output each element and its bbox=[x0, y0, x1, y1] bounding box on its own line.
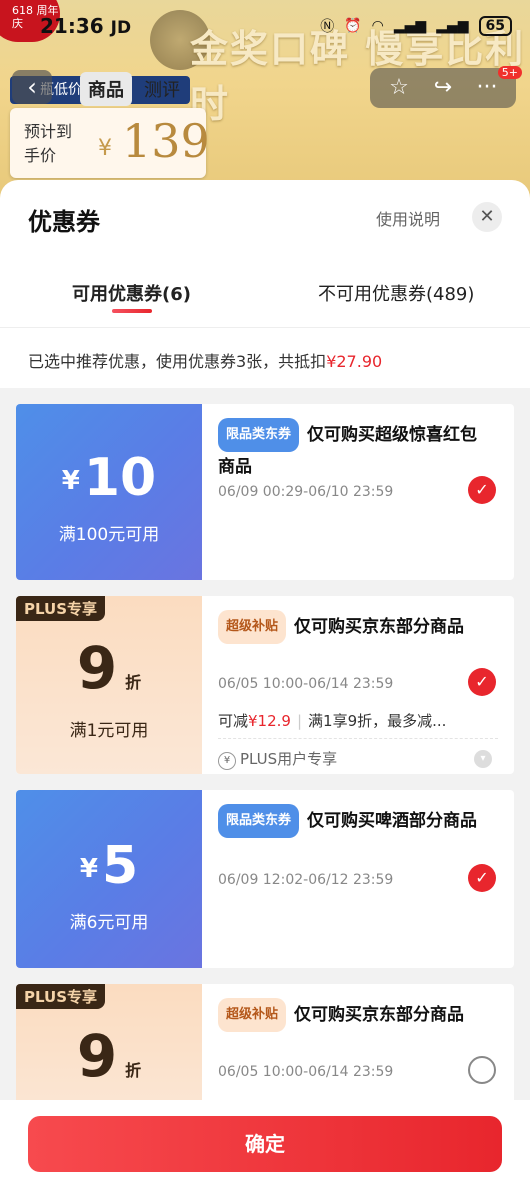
tab-available-coupons[interactable]: 可用优惠券(6) bbox=[72, 280, 191, 306]
share-icon[interactable]: ↪ bbox=[422, 72, 464, 104]
coupon-title: 限品类东券 仅可购买啤酒部分商品 bbox=[218, 804, 488, 838]
coupon-card[interactable]: ¥10 满100元可用 限品类东券 仅可购买超级惊喜红包商品 06/09 00:2… bbox=[16, 404, 514, 580]
tab-review[interactable]: 测评 bbox=[136, 72, 188, 106]
wifi-icon: ◠ bbox=[371, 18, 384, 34]
coupon-type-tag: 超级补贴 bbox=[218, 610, 287, 644]
close-icon[interactable]: ✕ bbox=[472, 202, 502, 232]
confirm-button[interactable]: 确定 bbox=[28, 1116, 502, 1172]
coupon-title: 超级补贴 仅可购买京东部分商品 bbox=[218, 998, 488, 1032]
checkmark-icon[interactable]: ✓ bbox=[468, 864, 496, 892]
product-nav-tabs: 商品 测评 bbox=[80, 72, 188, 106]
message-count-badge: 5+ bbox=[497, 66, 522, 79]
back-icon[interactable]: ‹ bbox=[12, 70, 52, 104]
coupon-validity: 06/09 00:29-06/10 23:59 bbox=[218, 484, 394, 500]
price-currency: ¥ bbox=[98, 136, 112, 161]
unchecked-circle-icon[interactable] bbox=[468, 1056, 496, 1084]
coupon-title: 超级补贴 仅可购买京东部分商品 bbox=[218, 610, 488, 644]
usage-help-link[interactable]: 使用说明 bbox=[376, 206, 440, 230]
nav-actions: ☆ ↪ ··· bbox=[370, 68, 516, 108]
yen-circle-icon: ¥ bbox=[218, 752, 236, 770]
favorite-star-icon[interactable]: ☆ bbox=[378, 72, 420, 104]
coupon-value-panel: PLUS专享 9折 满1元可用 bbox=[16, 596, 202, 774]
coupon-amount: ¥10 bbox=[61, 448, 157, 508]
divider bbox=[218, 738, 498, 739]
coupon-validity: 06/05 10:00-06/14 23:59 bbox=[218, 676, 394, 692]
summary-text: 已选中推荐优惠，使用优惠券3张，共抵扣 bbox=[28, 352, 327, 371]
tab-indicator bbox=[112, 309, 152, 313]
coupon-card[interactable]: PLUS专享 9折 满1元可用 超级补贴 仅可购买京东部分商品 06/05 10:… bbox=[16, 596, 514, 774]
coupon-type-tag: 限品类东券 bbox=[218, 804, 300, 838]
estimated-price-box: 预计到手价 ¥ 139 bbox=[10, 108, 210, 178]
coupon-validity: 06/05 10:00-06/14 23:59 bbox=[218, 1064, 394, 1080]
plus-user-note: ¥ PLUS用户专享 bbox=[218, 748, 337, 770]
price-label: 预计到手价 bbox=[24, 122, 73, 165]
battery-icon: 65 bbox=[478, 16, 512, 36]
status-bar: 618 周年庆 21:36 JD Ⓝ ⏰ ◠ ▂▄▆ ▂▄▆ 65 bbox=[0, 0, 530, 58]
signal-icon: ▂▄▆ bbox=[393, 18, 427, 34]
coupon-amount: 9折 bbox=[76, 634, 142, 702]
summary-amount: ¥27.90 bbox=[326, 352, 383, 371]
coupon-condition: 满1元可用 bbox=[69, 721, 149, 741]
alarm-icon: ⏰ bbox=[344, 18, 362, 34]
price-value: 139 bbox=[122, 114, 210, 168]
divider bbox=[0, 327, 530, 328]
plus-exclusive-tag: PLUS专享 bbox=[16, 984, 106, 1009]
coupon-detail: 超级补贴 仅可购买京东部分商品 06/05 10:00-06/14 23:59 ✓… bbox=[202, 596, 514, 774]
tab-product[interactable]: 商品 bbox=[80, 72, 132, 106]
checkmark-icon[interactable]: ✓ bbox=[468, 668, 496, 696]
coupon-amount: ¥5 bbox=[79, 836, 139, 896]
tab-unavailable-coupons[interactable]: 不可用优惠券(489) bbox=[318, 280, 474, 306]
coupon-title: 限品类东券 仅可购买超级惊喜红包商品 bbox=[218, 418, 488, 482]
chevron-down-icon[interactable]: ▾ bbox=[474, 750, 492, 768]
coupon-detail: 限品类东券 仅可购买啤酒部分商品 06/09 12:02-06/12 23:59 … bbox=[202, 790, 514, 968]
status-icons: Ⓝ ⏰ ◠ ▂▄▆ ▂▄▆ 65 bbox=[320, 16, 512, 36]
status-time: 21:36 JD bbox=[40, 14, 132, 38]
signal-icon-2: ▂▄▆ bbox=[436, 18, 469, 34]
coupon-detail: 限品类东券 仅可购买超级惊喜红包商品 06/09 00:29-06/10 23:5… bbox=[202, 404, 514, 580]
coupon-type-tag: 限品类东券 bbox=[218, 418, 300, 452]
coupon-discount-info: 可减¥12.9 | 满1享9折，最多减... bbox=[218, 712, 447, 730]
sheet-title: 优惠券 bbox=[28, 208, 100, 236]
coupon-condition: 满100元可用 bbox=[58, 525, 160, 545]
nfc-icon: Ⓝ bbox=[320, 19, 335, 35]
coupon-amount: 9折 bbox=[76, 1022, 142, 1090]
coupon-value-panel: ¥5 满6元可用 bbox=[16, 790, 202, 968]
product-header-background: 金奖口碑 慢享比利时 618 周年庆 21:36 JD Ⓝ ⏰ ◠ ▂▄▆ ▂▄… bbox=[0, 0, 530, 210]
selection-summary: 已选中推荐优惠，使用优惠券3张，共抵扣¥27.90 bbox=[28, 348, 382, 372]
coupon-type-tag: 超级补贴 bbox=[218, 998, 287, 1032]
coupon-condition: 满6元可用 bbox=[69, 913, 149, 933]
coupon-value-panel: ¥10 满100元可用 bbox=[16, 404, 202, 580]
checkmark-icon[interactable]: ✓ bbox=[468, 476, 496, 504]
coupon-validity: 06/09 12:02-06/12 23:59 bbox=[218, 872, 394, 888]
coupon-list[interactable]: ¥10 满100元可用 限品类东券 仅可购买超级惊喜红包商品 06/09 00:2… bbox=[0, 388, 530, 1124]
coupon-card[interactable]: ¥5 满6元可用 限品类东券 仅可购买啤酒部分商品 06/09 12:02-06/… bbox=[16, 790, 514, 968]
coupon-sheet: 优惠券 使用说明 ✕ 可用优惠券(6) 不可用优惠券(489) 已选中推荐优惠，… bbox=[0, 180, 530, 1188]
plus-exclusive-tag: PLUS专享 bbox=[16, 596, 106, 621]
sheet-footer: 确定 bbox=[0, 1100, 530, 1188]
